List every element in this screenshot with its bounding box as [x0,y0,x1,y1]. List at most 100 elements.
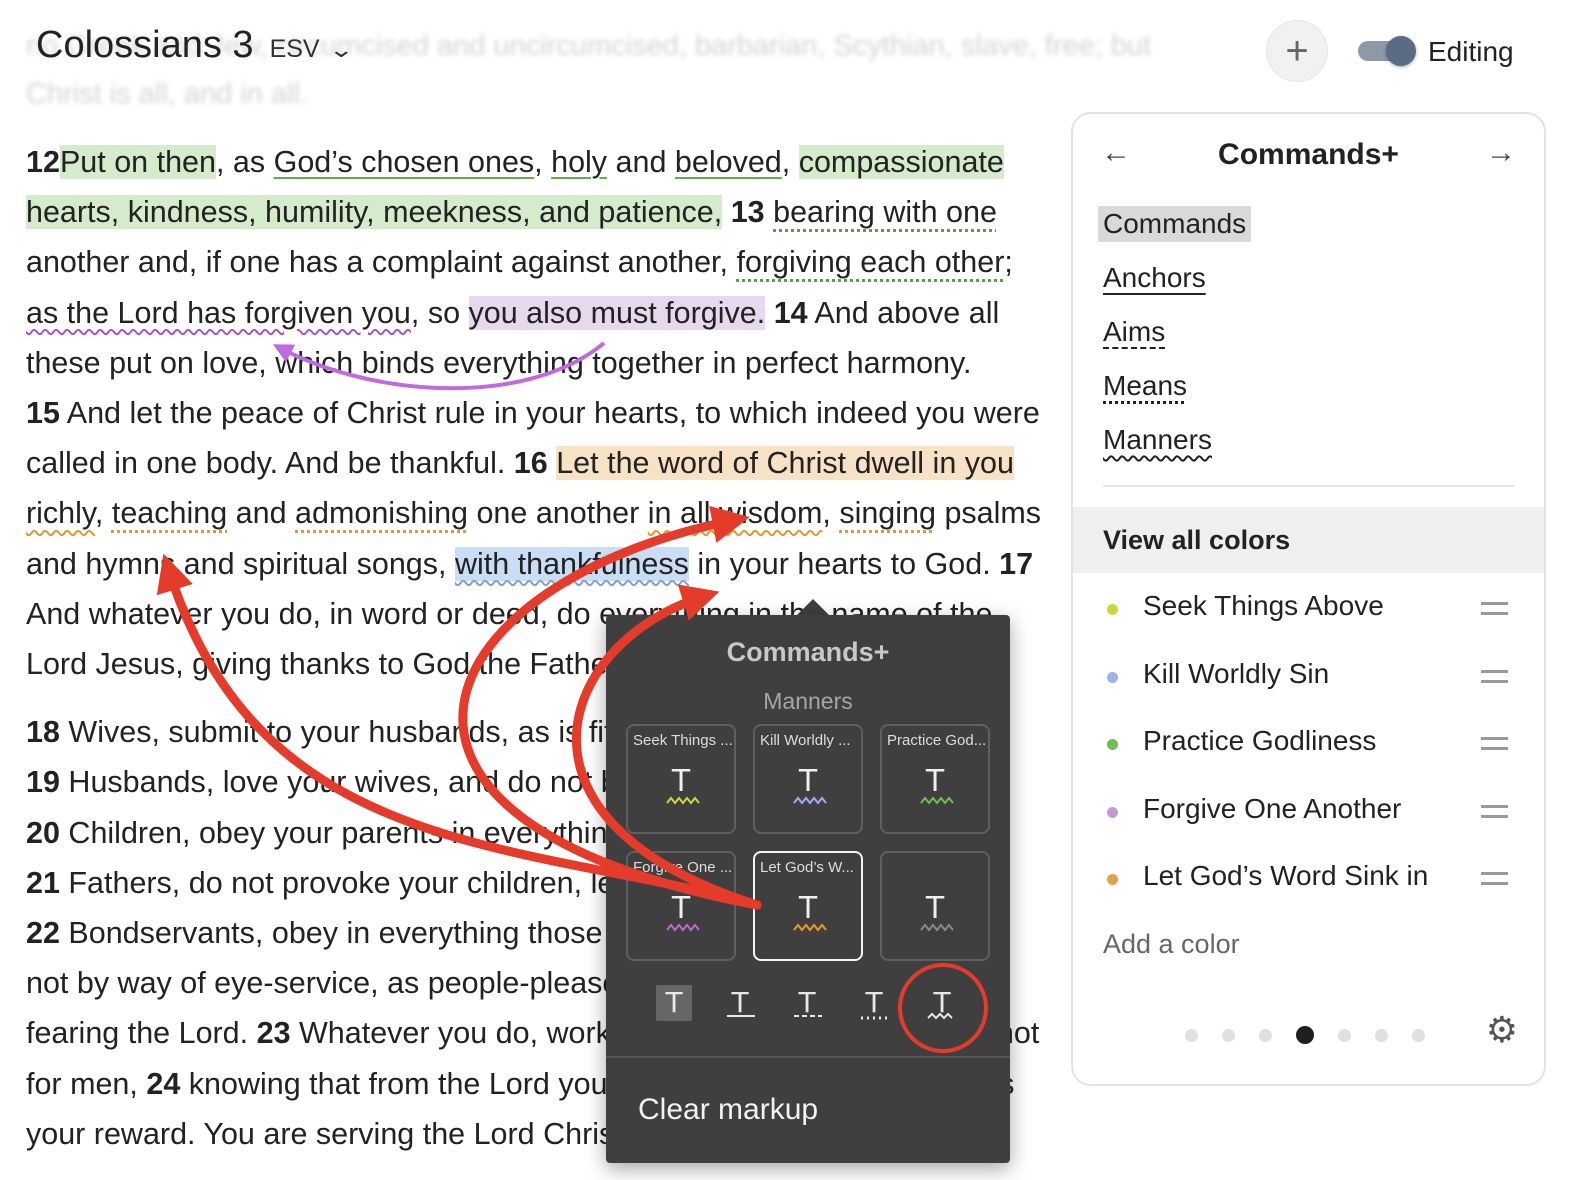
markup-commands-put-on[interactable]: Put on then [59,145,216,179]
page-dot[interactable] [1412,1028,1425,1042]
drag-handle-icon[interactable] [1481,602,1508,615]
chevron-down-icon: ⌄ [328,37,355,62]
color-tile[interactable]: Kill Worldly ... T [753,724,863,834]
page-dot[interactable] [1296,1026,1314,1044]
faded-previous-text: Christ is all, and in all. [26,78,309,110]
verse-number: 18 [26,715,60,750]
markup-means-admonishing[interactable]: admonishing [295,496,468,530]
verse-number: 23 [256,1016,291,1051]
style-highlight-button[interactable]: T [656,985,692,1021]
verse-number: 21 [26,865,60,900]
wavy-swatch [793,796,827,805]
style-wavy-button[interactable]: T [924,985,960,1021]
paragraph: 12Put on then, as God’s chosen ones, hol… [26,145,1042,682]
clear-markup-button[interactable]: Clear markup [638,1093,818,1127]
editing-label: Editing [1428,36,1514,67]
wavy-swatch [920,796,954,805]
style-dotted-button[interactable]: T [856,985,892,1021]
color-dot [1107,604,1118,615]
panel-nav: ← Commands+ → [1073,134,1544,180]
page-dot[interactable] [1338,1028,1351,1042]
style-item-manners[interactable]: Manners [1103,422,1251,458]
chapter-header: Colossians 3 ESV ⌄ [36,24,355,67]
markup-commands-forgive[interactable]: you also must forgive. [468,295,766,330]
drag-handle-icon[interactable] [1481,669,1508,683]
style-item-means[interactable]: Means [1103,368,1251,404]
verse-number: 20 [26,815,60,850]
color-label: Practice Godliness [1143,725,1377,756]
verse-number: 13 [730,195,765,230]
page-dot[interactable] [1259,1028,1272,1042]
color-dot [1107,874,1118,885]
color-row[interactable]: Let God’s Word Sink in [1073,852,1544,920]
color-tile[interactable]: Seek Things ... T [626,724,736,834]
markup-commands-word[interactable]: Let the word of Christ dwell in you [556,446,1014,481]
color-list: Seek Things Above Kill Worldly Sin Practic… [1073,582,1544,920]
style-item-commands[interactable]: Commands [1098,206,1252,242]
drag-handle-icon[interactable] [1481,872,1508,885]
wavy-swatch [666,923,700,932]
drag-handle-icon[interactable] [1481,804,1508,818]
markup-means-teaching[interactable]: teaching [112,496,227,530]
gear-icon[interactable]: ⚙ [1486,1012,1518,1048]
verse-number: 16 [513,446,548,481]
plus-icon: + [1285,29,1309,73]
markup-manners-richly[interactable]: richly [26,496,95,530]
editing-toggle[interactable] [1358,36,1416,66]
verse-number: 12 [26,145,60,179]
page-dot[interactable] [1375,1028,1388,1042]
style-glyph: T [665,986,683,1019]
tile-glyph: T [798,764,818,799]
color-dot [1107,671,1118,683]
markup-means-bearing[interactable]: bearing with one [773,195,997,229]
color-tile[interactable]: T [880,851,990,961]
style-dashed-button[interactable]: T [789,985,825,1021]
add-button[interactable]: + [1266,20,1328,82]
tile-label: Practice God... [887,732,987,749]
style-item-aims[interactable]: Aims [1103,314,1251,350]
color-tile[interactable]: Practice God... T [880,724,990,834]
wavy-swatch [666,796,700,805]
verse-number: 17 [999,546,1034,581]
version-label: ESV [269,35,320,63]
popup-title: Commands+ [726,637,890,667]
style-item-anchors[interactable]: Anchors [1103,260,1251,296]
color-row[interactable]: Practice Godliness [1073,717,1544,785]
page-dot[interactable] [1222,1028,1235,1042]
color-dot [1107,806,1118,818]
page-dot[interactable] [1185,1028,1198,1042]
markup-means-singing[interactable]: singing [839,496,936,530]
markup-anchor-holy[interactable]: holy [551,145,607,179]
arrow-right-icon[interactable]: → [1486,138,1516,168]
markup-popup: Commands+ Manners Seek Things ... T Kill W… [606,615,1010,1163]
color-tile[interactable]: Let God’s W... T [753,851,863,961]
verse-number: 19 [26,765,60,800]
view-all-colors-button[interactable]: View all colors [1073,507,1544,573]
style-glyph: T [731,986,749,1019]
markup-means-forgiving[interactable]: forgiving each other [736,245,1004,279]
markup-manners-wisdom[interactable]: in all wisdom [648,496,823,530]
color-row[interactable]: Forgive One Another [1073,785,1544,853]
tile-label: Let God’s W... [760,859,854,876]
markup-anchor-chosen[interactable]: God’s chosen ones [274,145,535,179]
markup-manners-as-the-lord[interactable]: as the Lord has forgiven you [26,296,411,330]
style-glyph: T [798,986,816,1019]
selected-text-thankfulness[interactable]: with thankfulness [454,546,689,581]
style-underline-button[interactable]: T [722,985,758,1021]
markup-style-list: Commands Anchors Aims Means Manners [1098,206,1252,476]
tile-glyph: T [671,764,691,799]
toggle-knob [1386,36,1416,66]
markup-anchor-beloved[interactable]: beloved [675,145,782,179]
verse-number: 15 [26,396,60,431]
color-row[interactable]: Kill Worldly Sin [1073,650,1544,718]
color-label: Let God’s Word Sink in [1143,860,1429,891]
add-color-button[interactable]: Add a color [1103,929,1240,960]
version-selector[interactable]: ESV ⌄ [269,35,355,64]
tile-glyph: T [798,891,818,926]
color-row[interactable]: Seek Things Above [1073,582,1544,650]
color-label: Kill Worldly Sin [1143,657,1330,689]
tile-label: Seek Things ... [633,732,733,749]
color-tile[interactable]: Forgive One ... T [626,851,736,961]
drag-handle-icon[interactable] [1481,737,1508,750]
verse-number: 22 [26,916,60,951]
